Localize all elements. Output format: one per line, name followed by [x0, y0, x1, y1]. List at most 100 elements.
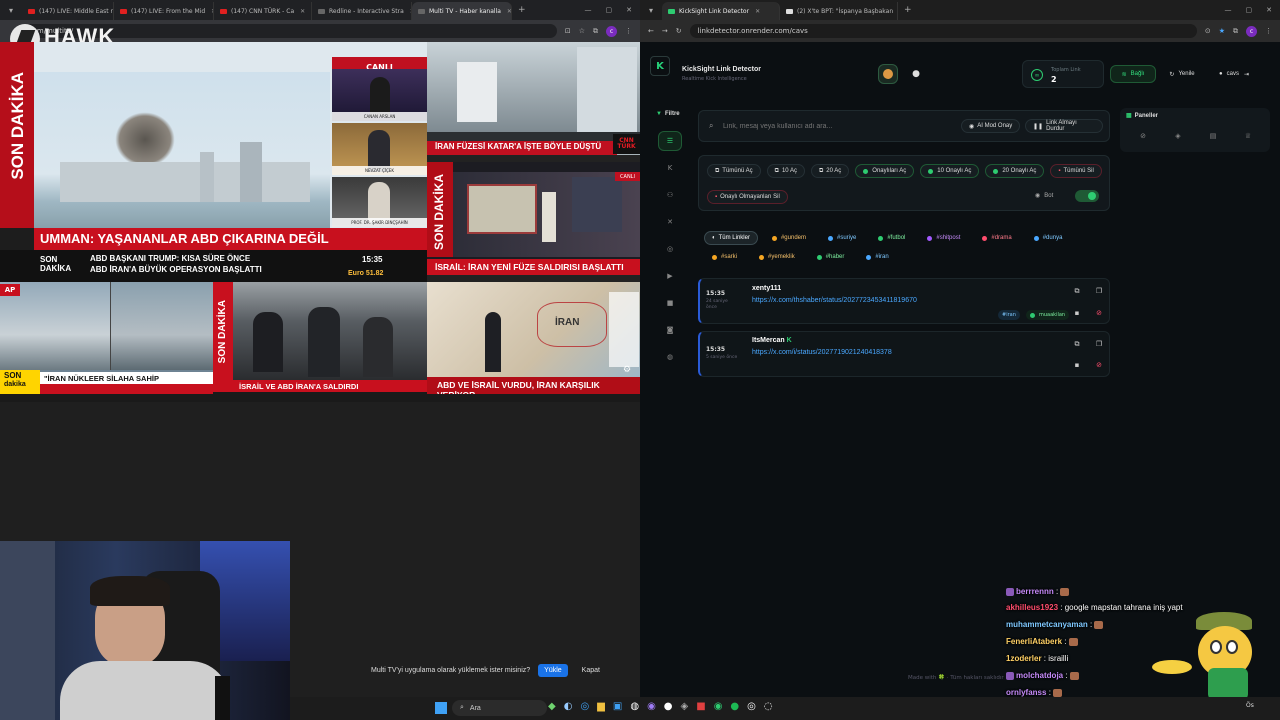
open-10-button[interactable]: ⧉ 10 Aç: [766, 164, 805, 178]
store-icon[interactable]: ▣: [613, 701, 622, 712]
install-icon[interactable]: ⊡: [565, 27, 571, 35]
list-icon[interactable]: ☰: [658, 131, 682, 151]
link-username[interactable]: xenty111: [752, 285, 781, 292]
tab-menu-icon[interactable]: ▾: [4, 3, 18, 17]
forward-icon[interactable]: →: [662, 27, 668, 35]
youtube-filter-icon[interactable]: ▶: [658, 266, 682, 286]
windows-start-icon[interactable]: [435, 702, 447, 714]
maximize-button[interactable]: ▢: [606, 6, 613, 14]
avatar-toggle-1[interactable]: [878, 64, 898, 84]
tag-all-links[interactable]: ◐ Tüm Linkler: [704, 231, 758, 245]
bot-toggle[interactable]: [1075, 190, 1099, 202]
search-input[interactable]: [723, 119, 933, 133]
extensions-icon[interactable]: ⧉: [593, 27, 598, 36]
settings-gear-icon[interactable]: ⚙: [623, 365, 631, 375]
extensions-icon[interactable]: ⧉: [1233, 27, 1238, 36]
new-tab-button[interactable]: +: [904, 5, 912, 15]
camera-icon[interactable]: ◙: [658, 320, 682, 340]
obs-icon[interactable]: ●: [664, 701, 673, 712]
app-icon[interactable]: ◍: [630, 701, 639, 712]
star-icon[interactable]: ☆: [579, 27, 585, 35]
chat-username[interactable]: 1zoderler: [1006, 654, 1042, 663]
lens-icon[interactable]: ⊙: [1205, 27, 1211, 35]
tv-channel-main[interactable]: SON DAKİKA CANLI CANAN ARSLAN NEVZAT ÇİÇ…: [0, 42, 427, 282]
tag-shitpost[interactable]: #shitpost: [919, 231, 968, 245]
ban-icon[interactable]: ⊘: [1094, 360, 1104, 370]
app-icon-2[interactable]: ◈: [681, 701, 689, 712]
open-link-icon[interactable]: ⧉: [1072, 286, 1082, 296]
tv-channel-4[interactable]: SON DAKİKA İSRAİL VE ABD İRAN'A SALDIRDI: [213, 282, 427, 402]
link-row[interactable]: 15:35 5 saniye önce ItsMercan K https://…: [698, 331, 1110, 377]
tv-channel-3[interactable]: AP SON dakika "İRAN NÜKLEER SİLAHA SAHİP…: [0, 282, 213, 402]
ghost-icon[interactable]: ●: [906, 64, 926, 84]
taskbar-search[interactable]: ⌕ Ara: [452, 700, 547, 716]
chat-username[interactable]: muhammetcanyaman: [1006, 620, 1088, 629]
app-icon-4[interactable]: ◉: [714, 701, 723, 712]
maximize-button[interactable]: ▢: [1246, 6, 1253, 14]
star-icon[interactable]: ★: [1219, 27, 1225, 35]
tab-2[interactable]: (147) LIVE: From the Mid✕: [114, 2, 214, 20]
menu-dots-icon[interactable]: ⋮: [625, 27, 632, 35]
tv-channel-cnn[interactable]: İRAN FÜZESİ KATAR'A İŞTE BÖYLE DÜŞTÜ CNN…: [427, 42, 640, 162]
link-username[interactable]: ItsMercan K: [752, 337, 792, 344]
link-url[interactable]: https://x.com/thshaber/status/2027723453…: [752, 297, 917, 304]
minimize-button[interactable]: —: [585, 6, 592, 14]
chat-username[interactable]: FenerliAtaberk: [1006, 637, 1062, 646]
copy-icon[interactable]: ❐: [1094, 339, 1104, 349]
close-window-button[interactable]: ✕: [626, 6, 632, 14]
open-20-approved-button[interactable]: 20 Onaylı Aç: [985, 164, 1045, 178]
chat-username[interactable]: berrrennn: [1016, 587, 1054, 596]
tab-5-active[interactable]: Multi TV - Haber kanalla ✕: [412, 2, 512, 20]
minimize-button[interactable]: —: [1225, 6, 1232, 14]
tag-gundem[interactable]: #gundem: [764, 231, 814, 245]
app-icon-5[interactable]: ◌: [764, 701, 773, 712]
x-filter-icon[interactable]: ✕: [658, 212, 682, 232]
tab-x[interactable]: (2) X'te BPT: "İspanya Başbakan✕: [780, 2, 898, 20]
open-10-approved-button[interactable]: 10 Onaylı Aç: [920, 164, 980, 178]
copy-icon[interactable]: ❐: [1094, 286, 1104, 296]
instagram-icon[interactable]: ◎: [658, 239, 682, 259]
close-window-button[interactable]: ✕: [1266, 6, 1272, 14]
close-icon[interactable]: ✕: [300, 8, 305, 15]
chat-username[interactable]: molchatdoja: [1016, 671, 1063, 680]
link-url[interactable]: https://x.com/i/status/20277190212404183…: [752, 349, 892, 356]
tv-channel-5[interactable]: İRAN ⚙ ABD VE İSRAİL VURDU, İRAN KARŞILI…: [427, 282, 640, 402]
block-icon[interactable]: ⊘: [1138, 131, 1148, 141]
tag-haber[interactable]: #haber: [809, 250, 853, 264]
user-menu-button[interactable]: ● cavs ⇥: [1208, 65, 1260, 83]
open-all-button[interactable]: ⧉ Tümünü Aç: [707, 164, 761, 178]
spotify-icon[interactable]: ●: [730, 701, 739, 712]
kick-icon[interactable]: K: [658, 158, 682, 178]
open-20-button[interactable]: ⧉ 20 Aç: [810, 164, 850, 178]
open-link-icon[interactable]: ⧉: [1072, 339, 1082, 349]
tag-iran[interactable]: #iran: [858, 250, 896, 264]
new-tab-button[interactable]: +: [518, 5, 526, 15]
profile-avatar[interactable]: c: [1246, 25, 1257, 37]
video-icon[interactable]: ■: [658, 293, 682, 313]
tab-3[interactable]: (147) CNN TÜRK - Ca ✕: [214, 2, 312, 20]
delete-unapproved-button[interactable]: ▪ Onaylı Olmayanları Sil: [707, 190, 788, 204]
delete-all-button[interactable]: ▪ Tümünü Sil: [1050, 164, 1102, 178]
shield-icon[interactable]: ◈: [1173, 131, 1183, 141]
close-icon[interactable]: ✕: [507, 8, 511, 15]
app-icon-3[interactable]: ■: [696, 701, 705, 712]
stop-link-button[interactable]: ❚❚ Link Almayı Durdur: [1025, 119, 1103, 133]
open-approved-button[interactable]: Onaylıları Aç: [855, 164, 915, 178]
tab-1[interactable]: (147) LIVE: Middle East r✕: [22, 2, 114, 20]
folder-icon[interactable]: ▆: [597, 701, 605, 712]
close-icon[interactable]: ✕: [755, 8, 760, 15]
tab-4[interactable]: Redline - Interactive Stra✕: [312, 2, 412, 20]
tag-dunya[interactable]: #dunya: [1026, 231, 1071, 245]
users-icon[interactable]: ⚇: [658, 185, 682, 205]
chrome-icon[interactable]: ◎: [747, 701, 756, 712]
tab-menu-icon[interactable]: ▾: [644, 3, 658, 17]
install-button[interactable]: Yükle: [538, 663, 568, 677]
tab-kicksight[interactable]: KickSight Link Detector ✕: [662, 2, 780, 20]
tag-futbol[interactable]: #futbol: [870, 231, 913, 245]
ai-mod-approve-button[interactable]: ◉ AI Mod Onay: [961, 119, 1021, 133]
tag-drama[interactable]: #drama: [974, 231, 1019, 245]
edge-icon[interactable]: ◎: [580, 701, 589, 712]
refresh-button[interactable]: ↻ Yenile: [1162, 65, 1202, 83]
chat-username[interactable]: ornlyfanss: [1006, 688, 1046, 697]
archive-icon[interactable]: ▤: [1208, 131, 1218, 141]
